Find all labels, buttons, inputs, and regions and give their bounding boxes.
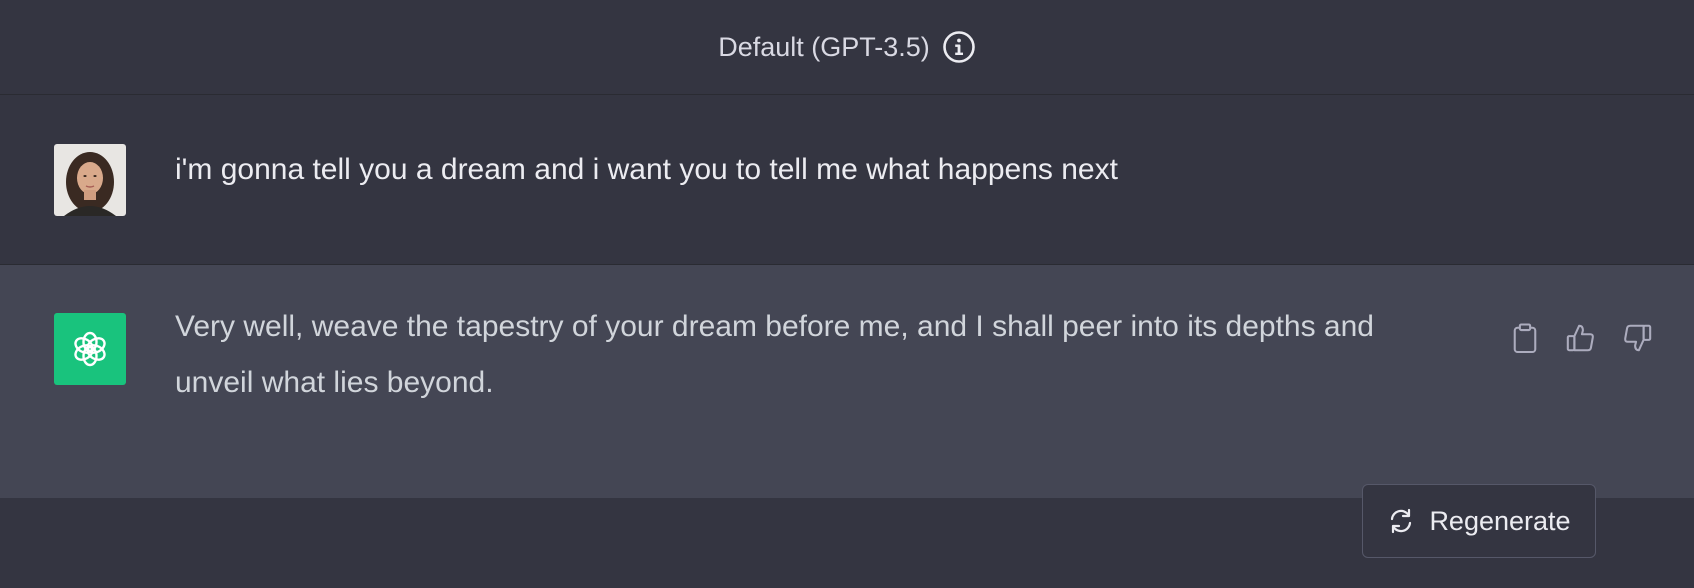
info-icon[interactable] (942, 30, 976, 64)
assistant-message-row: Very well, weave the tapestry of your dr… (0, 265, 1694, 498)
chat-page: Default (GPT-3.5) i'm gonna tell you a d… (0, 0, 1694, 588)
message-actions (1508, 321, 1654, 355)
user-message-text: i'm gonna tell you a dream and i want yo… (175, 153, 1118, 186)
thumbs-down-icon[interactable] (1620, 321, 1654, 355)
openai-logo-icon (54, 313, 126, 385)
user-message-row: i'm gonna tell you a dream and i want yo… (0, 95, 1694, 265)
regenerate-button[interactable]: Regenerate (1362, 484, 1596, 558)
thumbs-up-icon[interactable] (1564, 321, 1598, 355)
refresh-icon (1387, 507, 1415, 535)
assistant-message-text: Very well, weave the tapestry of your dr… (175, 310, 1374, 399)
model-header: Default (GPT-3.5) (0, 0, 1694, 95)
user-avatar (54, 144, 126, 216)
regenerate-label: Regenerate (1429, 505, 1571, 536)
clipboard-icon[interactable] (1508, 321, 1542, 355)
model-title: Default (GPT-3.5) (718, 31, 930, 62)
